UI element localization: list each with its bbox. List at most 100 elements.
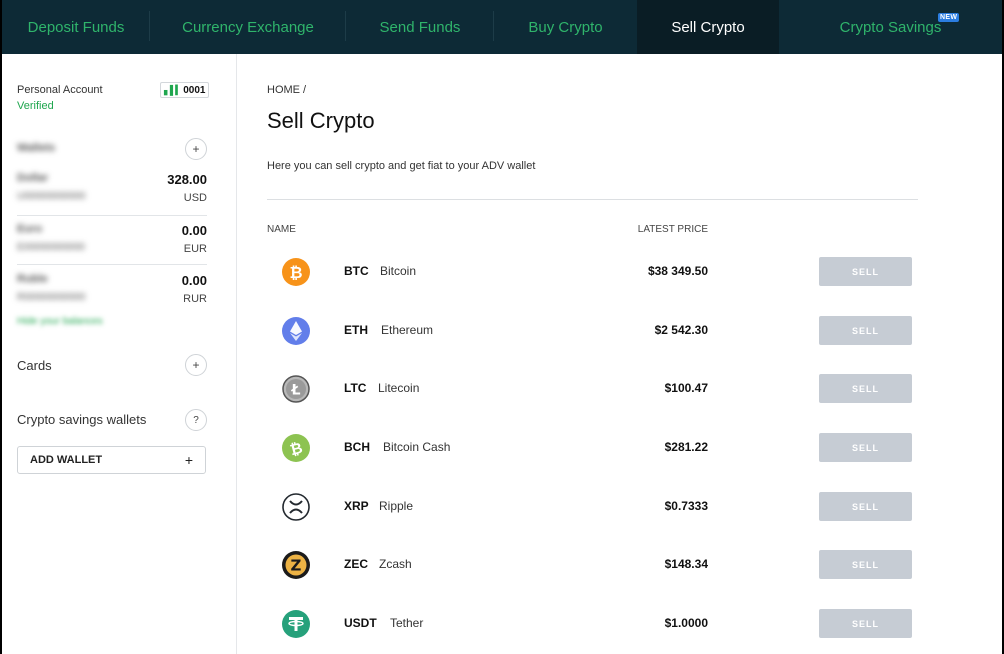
sell-button[interactable]: SELL [819,257,912,286]
table-row: ₿ BCH Bitcoin Cash $281.22 SELL [238,428,1002,468]
wallet-amount: 328.00 [167,172,207,187]
coin-name: Bitcoin Cash [383,440,451,454]
wallet-item[interactable]: Euro E00000000000 0.00 EUR [17,223,207,273]
coin-symbol: LTC [344,381,367,395]
divider [17,215,207,216]
tab-label: Send Funds [379,18,461,36]
sell-button[interactable]: SELL [819,316,912,345]
coin-symbol: BCH [344,440,370,454]
divider [17,264,207,265]
coin-name: Zcash [379,557,412,571]
top-nav: Deposit Funds Currency Exchange Send Fun… [2,0,1002,54]
table-row: XRP Ripple $0.7333 SELL [238,487,1002,527]
wallet-number: R00000000000 [17,292,86,303]
wallet-currency: RUR [183,293,207,305]
main-content: HOME / Sell Crypto Here you can sell cry… [238,54,1002,654]
wallets-title: Wallets [17,142,56,154]
app-frame: Deposit Funds Currency Exchange Send Fun… [2,0,1002,654]
tab-label: Currency Exchange [182,18,314,36]
coin-price: $281.22 [664,440,708,454]
tab-buy-crypto[interactable]: Buy Crypto [494,0,637,54]
wallet-name: Euro [17,223,43,235]
ripple-icon [282,493,310,521]
coin-name: Bitcoin [380,264,417,278]
tab-send-funds[interactable]: Send Funds [346,0,494,54]
divider [267,199,918,200]
coin-price: $0.7333 [664,499,708,513]
page-title: Sell Crypto [267,108,375,133]
wallet-name: Dollar [17,172,49,184]
coin-symbol: ZEC [344,557,368,571]
bitcoin-cash-icon: ₿ [282,434,310,462]
account-status: Verified [17,100,54,112]
tether-icon [282,610,310,638]
column-header-name: NAME [267,224,296,235]
wallet-number: E00000000000 [17,242,85,253]
tab-label: Crypto Savings [839,18,942,36]
tab-label: Sell Crypto [671,18,745,36]
new-badge: NEW [938,13,960,22]
zcash-icon: Z [282,551,310,579]
litecoin-icon: Ł [282,375,310,403]
breadcrumb[interactable]: HOME / [267,84,306,96]
crypto-savings-label: Crypto savings wallets [17,412,147,427]
tab-sell-crypto[interactable]: Sell Crypto [637,0,779,54]
plus-icon: + [192,358,200,372]
sidebar: Personal Account Verified ▖▌▍ 0001 Walle… [2,54,237,654]
wallet-currency: USD [183,192,207,204]
coin-symbol: ETH [344,323,368,337]
add-wallet-button[interactable]: ADD WALLET + [17,446,206,474]
coin-price: $148.34 [664,557,708,571]
tab-crypto-savings[interactable]: Crypto Savings NEW [779,0,1002,54]
coin-name: Ripple [379,499,414,513]
question-icon: ? [193,414,199,426]
table-row: ₿ BTC Bitcoin $38 349.50 SELL [238,252,1002,292]
coin-symbol: BTC [344,264,369,278]
sell-button[interactable]: SELL [819,433,912,462]
coin-name: Ethereum [381,323,434,337]
account-label: Personal Account [17,84,103,96]
ethereum-icon [282,317,310,345]
coin-symbol: XRP [344,499,369,513]
sell-button[interactable]: SELL [819,609,912,638]
svg-text:Z: Z [291,557,302,575]
account-id: 0001 [183,84,206,96]
wallet-name: Ruble [17,273,48,285]
coin-price: $100.47 [664,381,708,395]
svg-text:Ł: Ł [291,383,301,399]
column-header-latest-price: LATEST PRICE [637,224,708,235]
table-row: Z ZEC Zcash $148.34 SELL [238,545,1002,585]
tab-currency-exchange[interactable]: Currency Exchange [150,0,346,54]
wallet-amount: 0.00 [181,273,207,288]
add-wallet-plus-button[interactable]: + [185,138,207,160]
table-row: USDT Tether $1.0000 SELL [238,604,1002,644]
account-id-badge: ▖▌▍ 0001 [160,82,210,98]
bitcoin-icon: ₿ [282,258,310,286]
tab-label: Buy Crypto [528,18,603,36]
hide-balances-link[interactable]: Hide your balances [17,316,103,327]
coin-price: $2 542.30 [654,323,708,337]
sell-button[interactable]: SELL [819,550,912,579]
svg-text:₿: ₿ [289,263,302,282]
sell-button[interactable]: SELL [819,492,912,521]
coin-symbol: USDT [344,616,377,630]
plus-icon: + [192,142,200,156]
wallet-number: U00000000000 [17,191,86,202]
plus-icon: + [184,452,193,468]
wallet-amount: 0.00 [181,223,207,238]
coin-price: $38 349.50 [647,264,708,278]
help-button[interactable]: ? [185,409,207,431]
wallet-currency: EUR [183,243,207,255]
add-wallet-label: ADD WALLET [30,454,103,466]
add-card-button[interactable]: + [185,354,207,376]
cards-label: Cards [17,358,52,373]
tab-label: Deposit Funds [27,18,125,36]
sell-button[interactable]: SELL [819,374,912,403]
table-row: ETH Ethereum $2 542.30 SELL [238,311,1002,351]
signal-bars-icon: ▖▌▍ [164,84,182,95]
coin-price: $1.0000 [664,616,708,630]
tab-deposit-funds[interactable]: Deposit Funds [2,0,150,54]
table-row: Ł LTC Litecoin $100.47 SELL [238,369,1002,409]
coin-name: Tether [390,616,424,630]
page-subtitle: Here you can sell crypto and get fiat to… [267,160,536,172]
